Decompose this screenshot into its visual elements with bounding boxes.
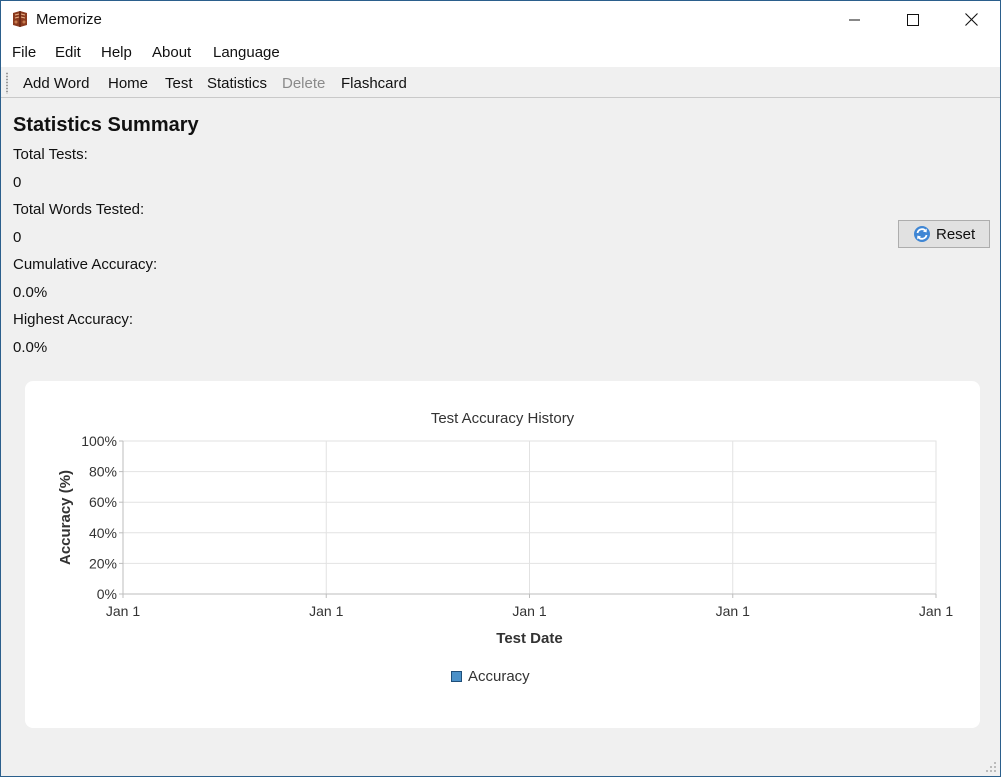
maximize-icon [907,13,919,26]
highest-accuracy-label: Highest Accuracy: [13,311,134,328]
menu-edit[interactable]: Edit [55,44,81,61]
x-tick-label: Jan 1 [309,603,343,619]
x-axis-label: Test Date [496,630,562,647]
toolbar-delete[interactable]: Delete [282,75,325,92]
summary-title: Statistics Summary [13,114,199,136]
toolbar-home[interactable]: Home [108,75,148,92]
title-bar: Memorize [1,1,1000,38]
x-tick-label: Jan 1 [106,603,140,619]
x-tick-label: Jan 1 [512,603,546,619]
y-tick-label: 0% [97,586,117,602]
cumulative-accuracy-label: Cumulative Accuracy: [13,256,158,273]
menu-bar: File Edit Help About Language [1,38,1000,67]
toolbar-add-word[interactable]: Add Word [23,75,89,92]
legend-label: Accuracy [468,668,530,685]
total-tests-label: Total Tests: [13,146,88,163]
app-window: Memorize File Edit Help About Language A… [0,0,1001,777]
resize-grip-icon[interactable] [985,761,997,773]
y-tick-label: 100% [81,433,117,449]
y-tick-label: 80% [89,464,117,480]
legend-swatch [451,671,462,682]
minimize-icon [849,19,860,20]
total-words-label: Total Words Tested: [13,201,145,218]
highest-accuracy-value: 0.0% [13,339,48,356]
minimize-button[interactable] [826,1,884,38]
y-axis-label: Accuracy (%) [57,470,74,565]
menu-about[interactable]: About [152,44,191,61]
maximize-button[interactable] [884,1,942,38]
toolbar-grip[interactable] [6,72,8,94]
refresh-icon [914,226,930,242]
cumulative-accuracy-value: 0.0% [13,284,48,301]
close-icon [964,13,978,26]
y-tick-label: 20% [89,555,117,571]
menu-file[interactable]: File [12,44,36,61]
menu-help[interactable]: Help [101,44,132,61]
toolbar-statistics[interactable]: Statistics [207,75,267,92]
reset-label: Reset [936,225,976,243]
menu-language[interactable]: Language [213,44,280,61]
close-button[interactable] [942,1,1000,38]
toolbar-test[interactable]: Test [165,75,193,92]
toolbar: Add Word Home Test Statistics Delete Fla… [1,67,1000,98]
chart-panel: Test Accuracy History 0% 20% 40% 60% 80% 100%… [25,381,980,728]
toolbar-flashcard[interactable]: Flashcard [341,75,407,92]
y-tick-label: 60% [89,494,117,510]
window-title: Memorize [36,11,102,28]
reset-button[interactable]: Reset [898,220,990,248]
x-tick-label: Jan 1 [919,603,953,619]
book-icon [13,11,27,27]
total-words-value: 0 [13,229,22,246]
total-tests-value: 0 [13,174,22,191]
y-tick-label: 40% [89,525,117,541]
x-tick-label: Jan 1 [716,603,750,619]
chart-legend: Accuracy [451,668,530,685]
